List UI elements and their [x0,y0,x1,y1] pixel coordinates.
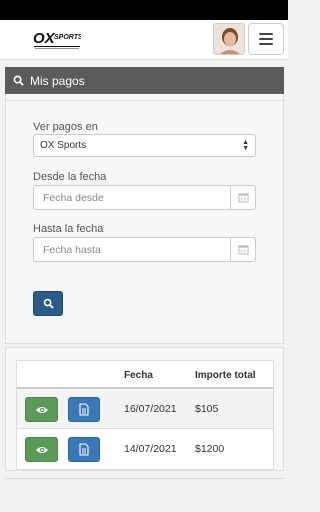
panel-title: Mis pagos [30,73,85,88]
hasta-label: Hasta la fecha [33,223,104,235]
column-fecha: Fecha [124,370,153,381]
fecha-desde-input[interactable]: Fecha desde [33,185,256,210]
user-avatar[interactable] [213,23,245,55]
ver-pagos-value: OX Sports [40,140,87,151]
desde-label: Desde la fecha [33,171,107,183]
divider [6,100,283,101]
view-button[interactable] [25,437,58,462]
row-fecha: 16/07/2021 [124,403,177,415]
search-icon [43,298,54,309]
hamburger-menu-icon[interactable] [248,23,284,55]
document-button[interactable] [68,397,100,422]
ver-pagos-select[interactable]: OX Sports ▲ ▼ [33,134,256,157]
select-caret-icon: ▲ ▼ [242,139,249,152]
search-button[interactable] [33,291,63,316]
filter-card: Ver pagos en OX Sports ▲ ▼ Desde la fecha… [5,94,284,344]
ox-sports-logo[interactable]: OX SPORTS [33,28,81,52]
document-button[interactable] [68,437,100,462]
fecha-hasta-placeholder: Fecha hasta [43,243,101,256]
fecha-hasta-input[interactable]: Fecha hasta [33,237,256,262]
calendar-icon[interactable] [230,238,255,261]
divider [5,478,284,479]
ver-pagos-label: Ver pagos en [33,121,98,133]
eye-icon [35,406,48,413]
view-button[interactable] [25,397,58,422]
document-icon [79,443,89,456]
payments-card: Fecha Importe total 16/07/2021 $105 14/0… [5,347,284,471]
payments-table: Fecha Importe total 16/07/2021 $105 14/0… [16,360,274,470]
table-header: Fecha Importe total [17,361,273,389]
fecha-desde-placeholder: Fecha desde [43,191,104,204]
column-importe: Importe total [195,370,256,381]
svg-text:SPORTS: SPORTS [54,34,81,41]
status-bar [0,0,288,20]
document-icon [79,403,89,416]
row-fecha: 14/07/2021 [124,443,177,455]
row-importe: $1200 [195,443,225,455]
search-icon [13,75,24,86]
svg-text:OX: OX [33,30,56,47]
calendar-icon[interactable] [230,186,255,209]
panel-header: Mis pagos [5,67,284,94]
table-row: 14/07/2021 $1200 [17,429,273,469]
row-importe: $105 [195,403,219,415]
table-row: 16/07/2021 $105 [17,389,273,429]
eye-icon [35,446,48,453]
